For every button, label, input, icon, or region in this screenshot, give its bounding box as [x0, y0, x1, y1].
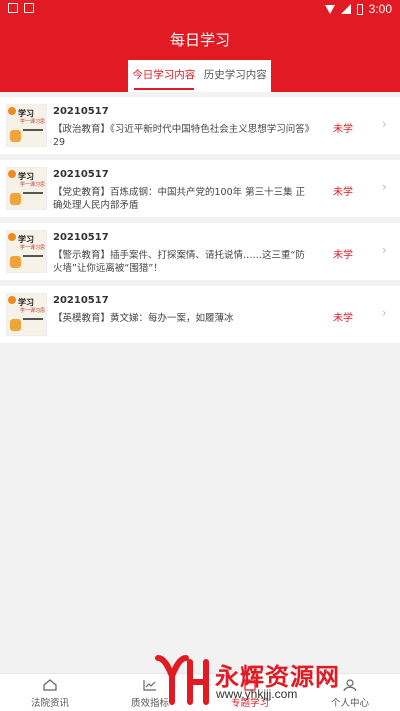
watermark-url: www.yhkjjj.com [216, 687, 298, 701]
item-title: 【英模教育】黄文娣：每办一案，如履薄冰 [53, 313, 234, 324]
nav-court-news[interactable]: 法院资讯 [0, 674, 100, 711]
study-list: 学习 学一课习思 20210517 【政治教育】《习近平新时代中国特色社会主义思… [0, 92, 400, 344]
status-badge: 未学 [333, 250, 353, 261]
status-badge: 未学 [333, 187, 353, 198]
list-item[interactable]: 学习 学一课习思 20210517 【英模教育】黄文娣：每办一案，如履薄冰 未学… [0, 286, 400, 343]
item-date: 20210517 [53, 169, 109, 180]
sun-icon [8, 296, 16, 304]
item-thumbnail: 学习 学一课习思 [6, 230, 47, 273]
status-badge: 未学 [333, 124, 353, 135]
chevron-right-icon: › [382, 180, 387, 194]
nav-label: 法院资讯 [30, 698, 69, 709]
battery-icon [356, 3, 363, 15]
chevron-right-icon: › [382, 306, 387, 320]
item-thumbnail: 学习 学一课习思 [6, 104, 47, 147]
item-thumbnail: 学习 学一课习思 [6, 167, 47, 210]
signal-icon [340, 4, 351, 14]
status-bar: 3:00 [0, 0, 400, 18]
list-item[interactable]: 学习 学一课习思 20210517 【政治教育】《习近平新时代中国特色社会主义思… [0, 97, 400, 154]
status-time: 3:00 [368, 2, 392, 16]
item-date: 20210517 [53, 106, 109, 117]
list-item[interactable]: 学习 学一课习思 20210517 【警示教育】插手案件、打探案情、请托说情……… [0, 223, 400, 280]
item-title: 【警示教育】插手案件、打探案情、请托说情……这三重“防火墙”让你远离被“围猎”！ [53, 250, 305, 274]
tab-history[interactable]: 历史学习内容 [200, 60, 272, 92]
page-title: 每日学习 [169, 31, 230, 49]
app-notification-icon [24, 3, 34, 13]
item-title: 【党史教育】百炼成钢：中国共产党的100年 第三十三集 正确处理人民内部矛盾 [53, 187, 306, 211]
sun-icon [8, 107, 16, 115]
sun-icon [8, 233, 16, 241]
item-thumbnail: 学习 学一课习思 [6, 293, 47, 336]
tab-today[interactable]: 今日学习内容 [128, 60, 200, 92]
chevron-right-icon: › [382, 117, 387, 131]
chevron-right-icon: › [382, 243, 387, 257]
item-title: 【政治教育】《习近平新时代中国特色社会主义思想学习问答》29 [53, 124, 310, 148]
home-icon [43, 679, 57, 691]
sun-icon [8, 170, 16, 178]
app-header: 每日学习 今日学习内容 历史学习内容 [0, 18, 400, 92]
list-item[interactable]: 学习 学一课习思 20210517 【党史教育】百炼成钢：中国共产党的100年 … [0, 160, 400, 217]
wifi-icon [324, 4, 335, 14]
item-date: 20210517 [53, 232, 109, 243]
item-date: 20210517 [53, 295, 109, 306]
image-notification-icon [8, 3, 18, 13]
watermark-logo [155, 655, 209, 705]
status-badge: 未学 [333, 313, 353, 324]
tab-bar: 今日学习内容 历史学习内容 [128, 60, 271, 92]
watermark: 永辉资源网 www.yhkjjj.com [154, 654, 374, 706]
